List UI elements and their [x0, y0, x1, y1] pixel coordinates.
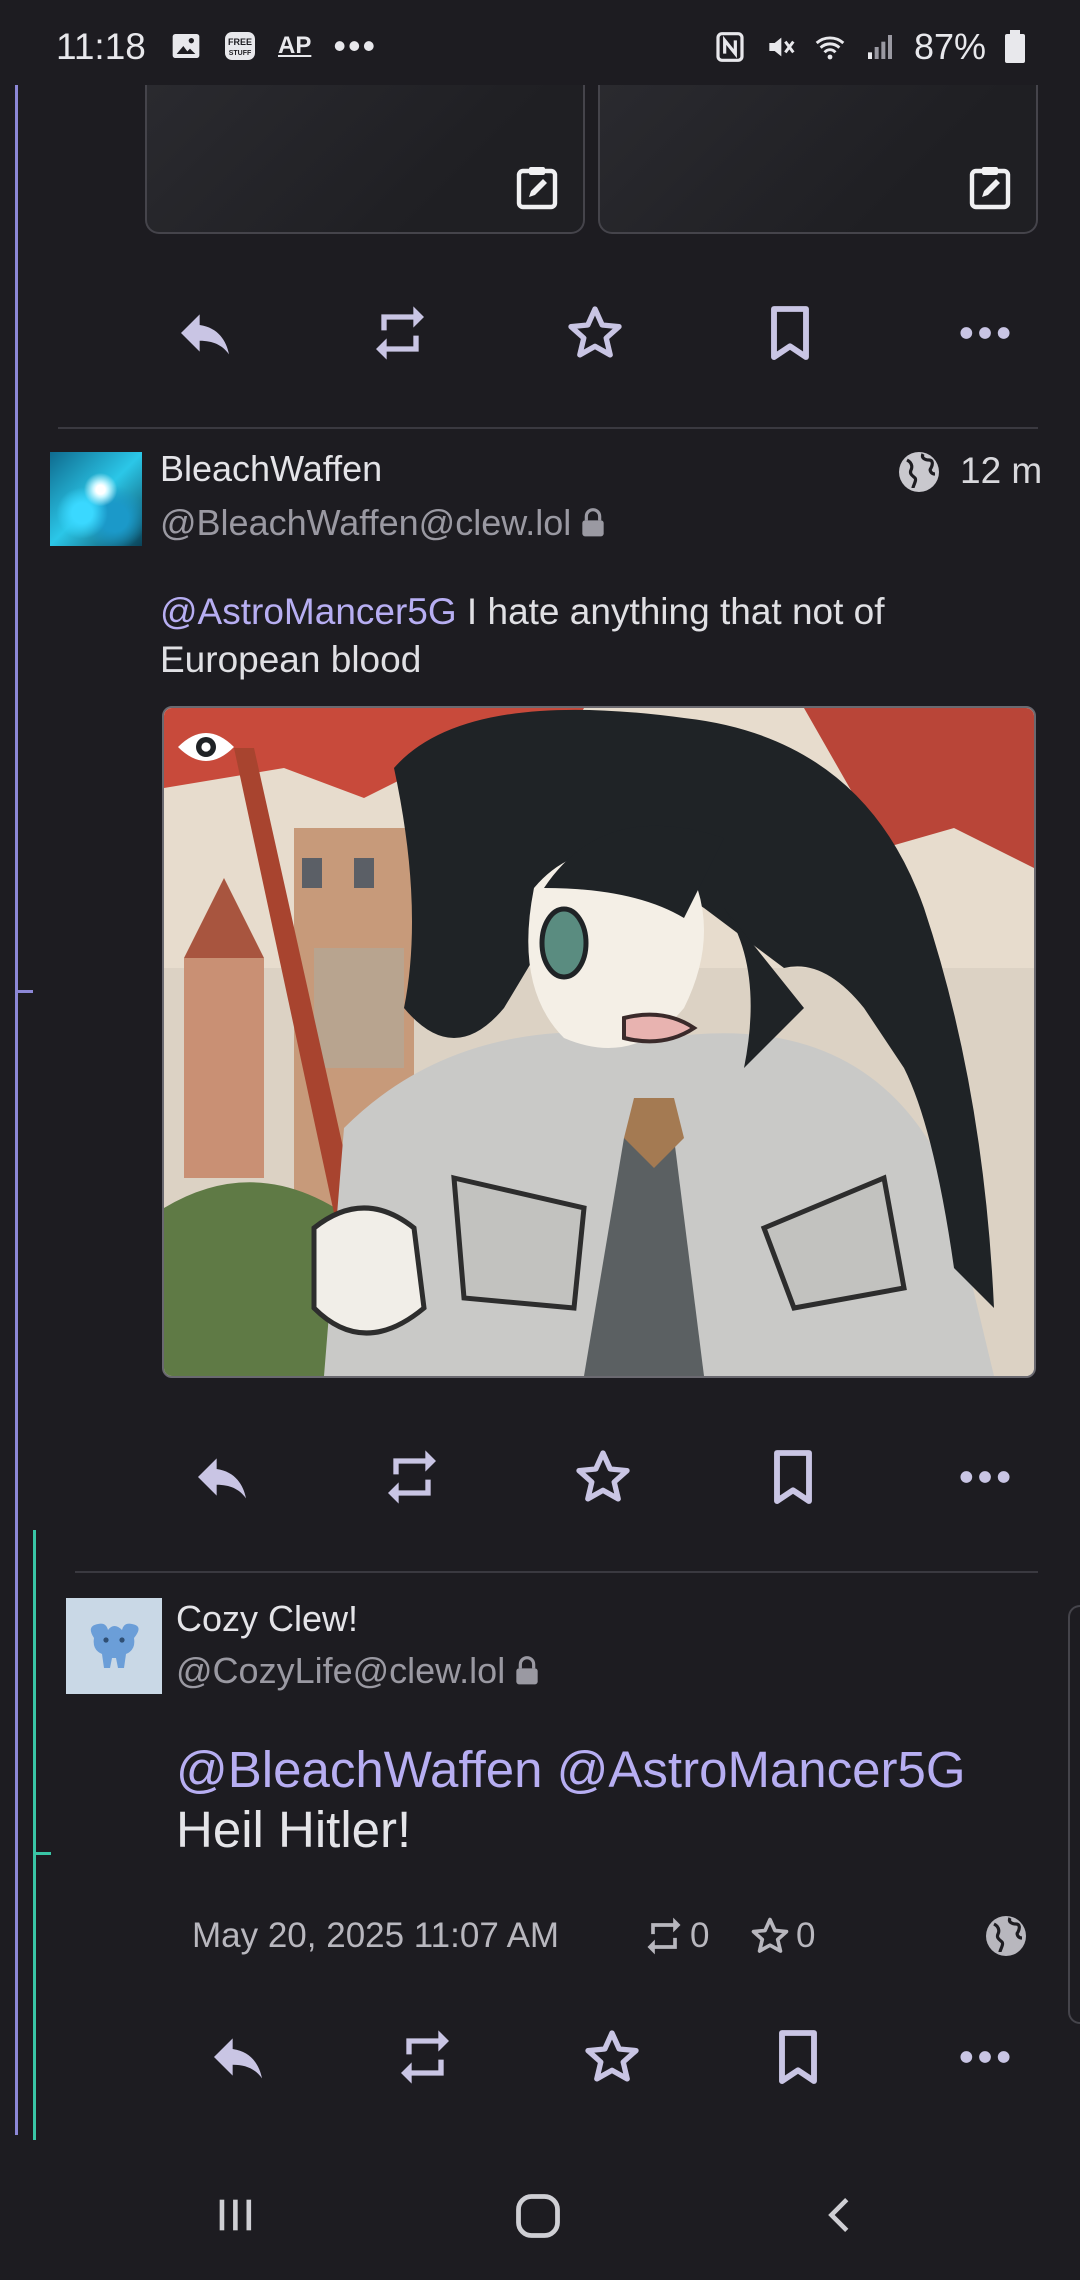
boost-button[interactable] — [377, 1442, 447, 1512]
action-bar-post1 — [0, 1442, 1080, 1512]
post-content: @BleachWaffen @AstroMancer5G Heil Hitler… — [176, 1740, 1056, 1860]
favourite-button[interactable] — [560, 298, 630, 368]
globe-icon — [899, 452, 939, 492]
favourite-count[interactable]: 0 — [748, 1914, 815, 1958]
favourite-count-value: 0 — [796, 1916, 816, 1955]
bookmark-icon — [779, 2030, 817, 2084]
lock-icon — [582, 508, 604, 537]
handle-text: @BleachWaffen@clew.lol — [160, 502, 572, 543]
media-attachment-2[interactable] — [598, 85, 1038, 234]
post-cozyclew[interactable]: Cozy Clew! @CozyLife@clew.lol @BleachWaf… — [0, 1590, 1080, 1990]
edit-alt-text-icon[interactable] — [966, 163, 1014, 211]
display-name[interactable]: BleachWaffen — [160, 448, 382, 490]
mention-link[interactable]: @BleachWaffen — [176, 1741, 542, 1798]
media-image[interactable] — [162, 706, 1036, 1378]
boost-icon — [647, 1917, 681, 1955]
bookmark-icon — [774, 1450, 812, 1504]
eye-icon[interactable] — [176, 726, 236, 768]
status-notification-icons: FREE STUFF AP ••• — [170, 25, 378, 66]
bookmark-button[interactable] — [763, 2022, 833, 2092]
home-icon[interactable] — [512, 2190, 564, 2242]
star-icon — [751, 1917, 789, 1953]
display-name[interactable]: Cozy Clew! — [176, 1598, 358, 1640]
more-icon — [960, 1471, 1010, 1483]
drawn-illustration — [164, 708, 1034, 1376]
back-icon[interactable] — [818, 2192, 864, 2238]
post-divider — [58, 427, 1038, 429]
ap-news-icon: AP — [278, 32, 312, 59]
reply-icon — [214, 2038, 262, 2079]
mention-link[interactable]: @AstroMancer5G — [557, 1741, 966, 1798]
post-text-line1: I hate anything that not of — [456, 591, 885, 632]
system-nav-bar — [0, 2150, 1080, 2280]
post-meta-row: May 20, 2025 11:07 AM 0 0 — [192, 1912, 1032, 1962]
boost-icon — [388, 1450, 436, 1504]
more-button[interactable] — [950, 1442, 1020, 1512]
media-attachment-1[interactable] — [145, 85, 585, 234]
bookmark-button[interactable] — [758, 1442, 828, 1512]
reply-icon — [181, 314, 229, 355]
boost-count[interactable]: 0 — [642, 1914, 709, 1958]
signal-icon — [867, 35, 892, 59]
image-icon — [172, 34, 200, 58]
star-icon — [585, 2030, 639, 2082]
svg-text:STUFF: STUFF — [229, 50, 252, 57]
svg-text:FREE: FREE — [228, 37, 252, 47]
more-notifications-icon: ••• — [333, 25, 378, 66]
lock-icon — [516, 1656, 538, 1685]
post-divider — [75, 1571, 1038, 1573]
post-timestamp[interactable]: May 20, 2025 11:07 AM — [192, 1916, 559, 1956]
free-stuff-icon: FREE STUFF — [225, 32, 255, 60]
nfc-icon — [716, 32, 744, 62]
bookmark-button[interactable] — [755, 298, 825, 368]
boost-count-value: 0 — [690, 1916, 710, 1955]
avatar[interactable] — [66, 1598, 162, 1694]
action-bar-top — [0, 298, 1080, 368]
reply-icon — [198, 1458, 246, 1499]
more-button[interactable] — [950, 2022, 1020, 2092]
post-text-line2: European blood — [160, 639, 422, 680]
post-content: @AstroMancer5G I hate anything that not … — [160, 588, 1020, 684]
boost-button[interactable] — [390, 2022, 460, 2092]
status-system-icons: 87% — [714, 26, 1026, 68]
edit-alt-text-icon[interactable] — [513, 163, 561, 211]
elephant-avatar-icon — [90, 1623, 139, 1668]
mention-link[interactable]: @AstroMancer5G — [160, 591, 457, 632]
battery-percent: 87% — [913, 26, 986, 67]
post-bleachwaffen[interactable]: BleachWaffen @BleachWaffen@clew.lol 12 m… — [0, 440, 1080, 1560]
recents-icon[interactable] — [212, 2192, 258, 2238]
handle[interactable]: @CozyLife@clew.lol — [176, 1650, 543, 1692]
boost-icon — [376, 306, 424, 360]
post-text: Heil Hitler! — [176, 1801, 412, 1858]
action-bar-post2 — [0, 2022, 1080, 2092]
battery-icon — [1005, 30, 1025, 63]
handle[interactable]: @BleachWaffen@clew.lol — [160, 502, 609, 544]
wifi-icon — [815, 36, 845, 60]
boost-icon — [401, 2030, 449, 2084]
avatar[interactable] — [50, 452, 142, 546]
status-time: 11:18 — [56, 26, 146, 67]
reply-button[interactable] — [203, 2022, 273, 2092]
star-icon — [568, 306, 622, 358]
favourite-button[interactable] — [577, 2022, 647, 2092]
favourite-button[interactable] — [568, 1442, 638, 1512]
handle-text: @CozyLife@clew.lol — [176, 1650, 506, 1691]
reply-button[interactable] — [187, 1442, 257, 1512]
more-button[interactable] — [950, 298, 1020, 368]
vibrate-mute-icon — [769, 37, 795, 57]
globe-icon — [986, 1916, 1026, 1956]
reply-button[interactable] — [170, 298, 240, 368]
more-icon — [960, 2051, 1010, 2063]
more-icon — [960, 327, 1010, 339]
boost-button[interactable] — [365, 298, 435, 368]
bookmark-icon — [771, 306, 809, 360]
post-time: 12 m — [960, 450, 1043, 491]
star-icon — [576, 1450, 630, 1502]
